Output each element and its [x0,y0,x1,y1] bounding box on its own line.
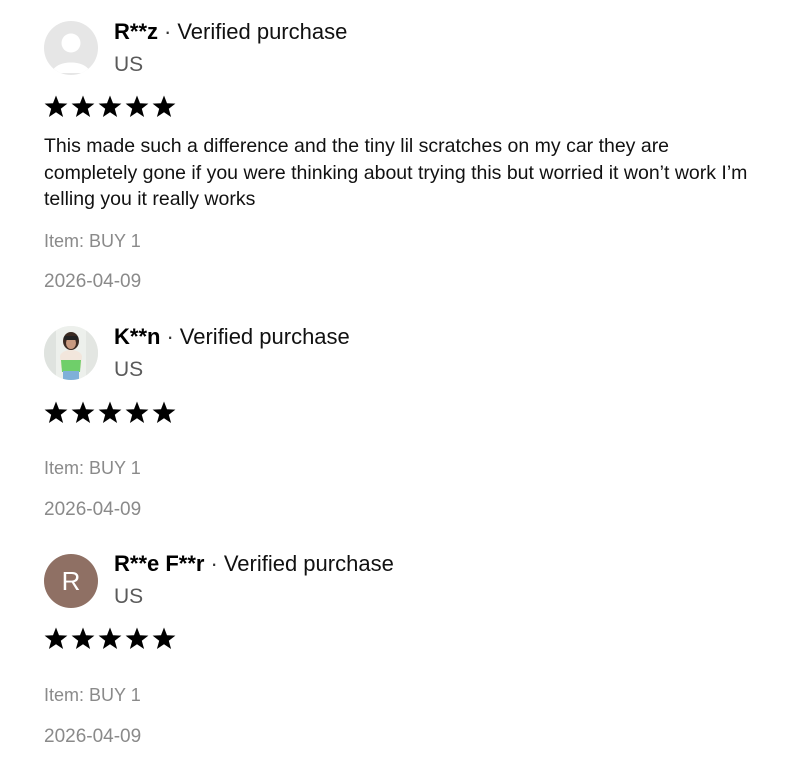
item-value: BUY 1 [89,685,141,705]
separator-dot: · [166,324,174,349]
star-icon [125,95,149,117]
star-icon [71,95,95,117]
verified-purchase-label: Verified purchase [223,551,394,576]
star-rating [44,401,176,424]
star-icon [71,401,95,423]
review-text: This made such a difference and the tiny… [44,135,748,210]
reviewer-country: US [114,358,144,381]
avatar-initial: R [61,565,81,596]
star-icon [71,627,95,649]
item-variant: Item: BUY 1 [44,683,141,707]
star-icon [152,627,176,649]
separator-dot: · [210,551,218,576]
star-rating [44,95,176,118]
verified-purchase-label: Verified purchase [179,324,350,349]
star-icon [44,95,68,117]
reviewer-line: R**e F**r · Verified purchase [114,550,394,578]
item-label: Item: [44,458,85,478]
avatar-photo[interactable] [44,326,98,380]
reviewer-name[interactable]: K**n [114,324,160,349]
reviewer-line: R**z · Verified purchase [114,18,347,46]
star-icon [152,95,176,117]
item-label: Item: [44,685,85,705]
reviewer-line: K**n · Verified purchase [114,323,350,351]
reviewer-name[interactable]: R**z [114,19,158,44]
verified-purchase-label: Verified purchase [177,19,348,44]
star-icon [44,401,68,423]
star-icon [44,627,68,649]
avatar-letter[interactable]: R [44,554,98,608]
item-value: BUY 1 [89,458,141,478]
avatar-default-person-icon[interactable] [44,21,98,75]
star-icon [125,627,149,649]
reviewer-country: US [114,53,144,76]
review-date: 2026-04-09 [44,499,142,520]
reviewer-country: US [114,585,144,608]
item-variant: Item: BUY 1 [44,229,141,253]
star-icon [98,627,122,649]
star-icon [98,95,122,117]
item-label: Item: [44,231,85,251]
review-date: 2026-04-09 [44,726,142,747]
star-rating [44,627,176,650]
item-variant: Item: BUY 1 [44,456,141,480]
item-value: BUY 1 [89,231,141,251]
star-icon [152,401,176,423]
separator-dot: · [164,19,172,44]
star-icon [98,401,122,423]
reviewer-name[interactable]: R**e F**r [114,551,204,576]
star-icon [125,401,149,423]
review-date: 2026-04-09 [44,271,142,292]
